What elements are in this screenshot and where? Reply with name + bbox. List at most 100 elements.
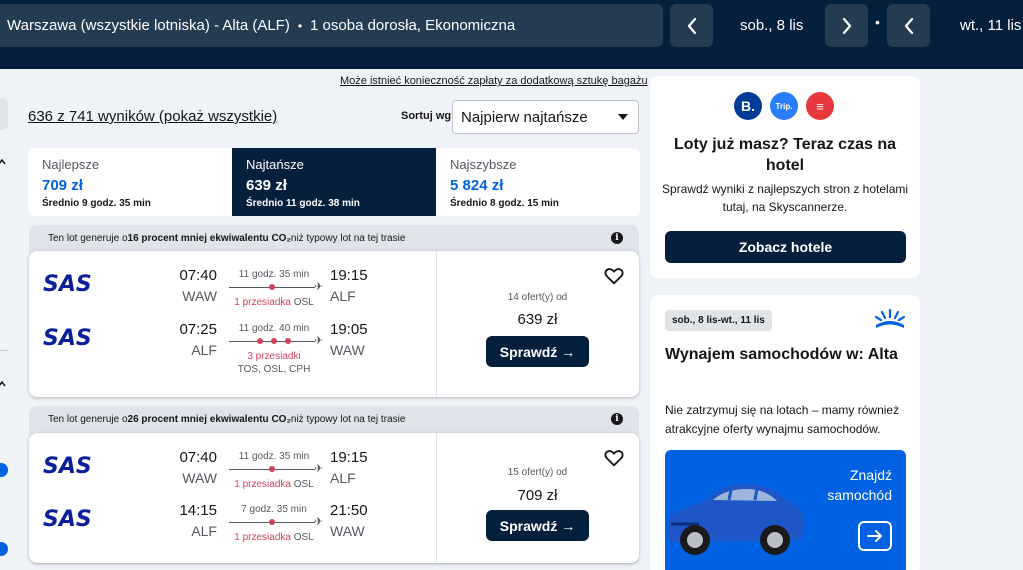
results-count-link[interactable]: 636 z 741 wyników (pokaż wszystkie) <box>28 108 277 125</box>
car-image <box>666 484 804 555</box>
plane-icon: ✈ <box>314 516 324 528</box>
chevron-left-icon <box>687 17 696 34</box>
airline-name: SAS <box>43 507 92 530</box>
sort-tabs: Najlepsze 709 zł Średnio 9 godz. 35 min … <box>28 148 640 216</box>
partner-logos: B. Trip. ≡ <box>734 92 834 120</box>
arrival-airport: WAW <box>330 342 365 358</box>
leg-stops: 1 przesiadka OSL <box>229 297 319 308</box>
next-depart-date-button[interactable] <box>825 4 868 47</box>
stops-via: TOS, OSL, CPH <box>237 364 311 375</box>
eco-text-post: niż typowy lot na tej trasie <box>290 413 406 425</box>
check-button[interactable]: Sprawdź → <box>486 510 589 541</box>
prev-return-date-button[interactable] <box>887 4 930 47</box>
info-icon[interactable]: i <box>611 232 623 244</box>
stops-count: 3 przesiadki <box>247 351 301 362</box>
route-text: Warszawa (wszystkie lotniska) - Alta (AL… <box>7 17 290 34</box>
plane-icon: ✈ <box>314 281 324 293</box>
flight-card[interactable]: SAS 07:40 WAW 11 godz. 35 min ✈ 1 przesi… <box>29 251 639 397</box>
filter-slider-handle[interactable] <box>0 463 8 477</box>
car-date-badge: sob., 8 lis-wt., 11 lis <box>665 310 772 331</box>
prev-depart-date-button[interactable] <box>670 4 713 47</box>
check-button[interactable]: Sprawdź → <box>486 336 589 367</box>
chevron-up-icon[interactable] <box>0 158 6 166</box>
offers-count: 14 ofert(y) od <box>507 292 568 303</box>
sort-select[interactable]: Najpierw najtańsze <box>452 100 639 134</box>
result-container: Ten lot generuje o 16 procent mniej ekwi… <box>29 225 639 397</box>
leg-route-line <box>229 284 315 290</box>
eco-text-pre: Ten lot generuje o <box>48 413 128 425</box>
sort-label: Sortuj wg <box>401 110 452 122</box>
sas-logo: SAS <box>43 272 92 295</box>
tab-name: Najlepsze <box>42 157 100 172</box>
baggage-fee-note[interactable]: Może istnieć konieczność zapłaty za doda… <box>340 75 648 87</box>
stops-count: 1 przesiadka <box>234 297 291 308</box>
flight-leg: SAS 14:15 ALF 7 godz. 35 min ✈ 1 przesia… <box>29 498 436 552</box>
heart-icon[interactable] <box>603 265 625 287</box>
departure-time: 07:25 <box>179 321 217 338</box>
departure-airport: ALF <box>191 342 217 358</box>
top-header: Warszawa (wszystkie lotniska) - Alta (AL… <box>0 0 1023 69</box>
leg-duration: 11 godz. 40 min <box>238 323 310 334</box>
arrival-time: 19:05 <box>330 321 368 338</box>
tab-price: 639 zł <box>246 177 287 194</box>
hotel-promo-title: Loty już masz? Teraz czas na hotel <box>674 136 896 174</box>
stop-dot <box>271 338 277 344</box>
car-promo-text: Nie zatrzymuj się na lotach – mamy równi… <box>665 403 900 436</box>
eco-text-pre: Ten lot generuje o <box>48 232 128 244</box>
return-date[interactable]: wt., 11 lis <box>960 17 1021 34</box>
chevron-up-icon[interactable] <box>0 380 6 388</box>
passengers-text: 1 osoba dorosła, Ekonomiczna <box>310 17 516 34</box>
leg-stops: 3 przesiadki <box>229 351 319 362</box>
sas-logo: SAS <box>43 507 92 530</box>
arrival-airport: ALF <box>330 288 356 304</box>
stops-count: 1 przesiadka <box>234 532 291 543</box>
search-summary[interactable]: Warszawa (wszystkie lotniska) - Alta (AL… <box>0 4 663 47</box>
stop-dot <box>269 284 275 290</box>
tab-cheapest[interactable]: Najtańsze 639 zł Średnio 11 godz. 38 min <box>232 148 436 216</box>
hotels-logo: ≡ <box>806 92 834 120</box>
offers-count: 15 ofert(y) od <box>507 467 568 478</box>
leg-route-line <box>229 338 315 344</box>
price: 709 zł <box>517 487 558 504</box>
flight-leg: SAS 07:40 WAW 11 godz. 35 min ✈ 1 przesi… <box>29 445 436 499</box>
eco-banner: Ten lot generuje o 26 procent mniej ekwi… <box>29 406 639 432</box>
leg-duration: 11 godz. 35 min <box>238 451 310 462</box>
flight-leg: SAS 07:40 WAW 11 godz. 35 min ✈ 1 przesi… <box>29 263 436 317</box>
info-icon[interactable]: i <box>611 413 623 425</box>
departure-airport: WAW <box>182 288 217 304</box>
eco-text-bold: 26 procent mniej ekwiwalentu CO₂ <box>127 413 291 425</box>
stop-dot <box>269 519 275 525</box>
departure-airport: WAW <box>182 470 217 486</box>
eco-text-bold: 16 procent mniej ekwiwalentu CO₂ <box>127 232 291 244</box>
find-car-banner[interactable]: Znajdź samochód <box>665 450 906 570</box>
find-car-text: Znajdź samochód <box>827 467 892 503</box>
stops-via: OSL <box>293 479 314 490</box>
filter-panel-edge <box>0 98 8 130</box>
arrival-airport: ALF <box>330 470 356 486</box>
car-hire-card: sob., 8 lis-wt., 11 lis Wynajem samochod… <box>650 295 920 570</box>
plane-icon: ✈ <box>314 335 324 347</box>
flight-leg: SAS 07:25 ALF 11 godz. 40 min ✈ 3 przesi… <box>29 317 436 375</box>
see-hotels-button[interactable]: Zobacz hotele <box>665 231 906 263</box>
heart-icon[interactable] <box>603 447 625 469</box>
separator-dot: • <box>297 18 303 33</box>
eco-banner: Ten lot generuje o 16 procent mniej ekwi… <box>29 225 639 251</box>
sas-logo: SAS <box>43 454 92 477</box>
filter-slider-handle[interactable] <box>0 542 8 556</box>
airline-name: SAS <box>43 326 92 349</box>
trip-logo: Trip. <box>770 92 798 120</box>
leg-route-line <box>229 519 315 525</box>
tab-best[interactable]: Najlepsze 709 zł Średnio 9 godz. 35 min <box>28 148 232 216</box>
chevron-left-icon <box>904 17 913 34</box>
tab-duration: Średnio 11 godz. 38 min <box>246 198 360 209</box>
flight-card[interactable]: SAS 07:40 WAW 11 godz. 35 min ✈ 1 przesi… <box>29 433 639 563</box>
sas-logo: SAS <box>43 326 92 349</box>
arrow-right-icon[interactable] <box>858 521 892 551</box>
stop-dot <box>285 338 291 344</box>
tab-fastest[interactable]: Najszybsze 5 824 zł Średnio 8 godz. 15 m… <box>436 148 640 216</box>
chevron-right-icon <box>842 17 851 34</box>
depart-date[interactable]: sob., 8 lis <box>740 17 803 34</box>
stops-count: 1 przesiadka <box>234 479 291 490</box>
stop-dot <box>257 338 263 344</box>
tab-price: 709 zł <box>42 177 83 194</box>
